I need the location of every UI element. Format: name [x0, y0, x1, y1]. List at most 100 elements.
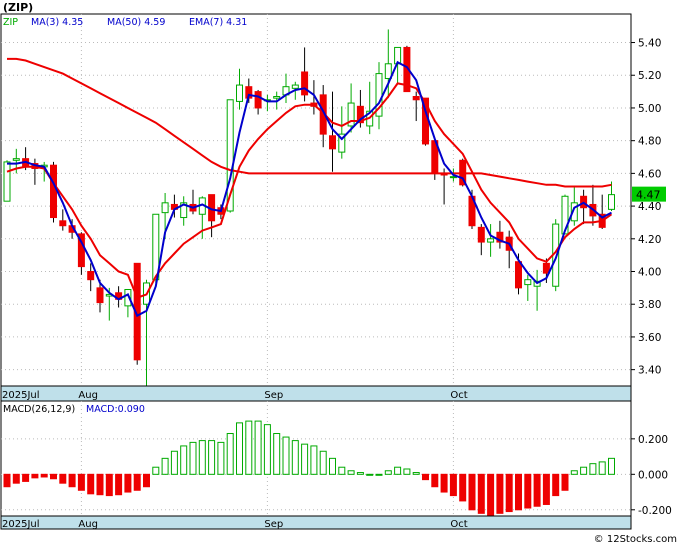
macd-tick-label: 0.200: [638, 434, 668, 446]
legend-item: EMA(7) 4.31: [189, 17, 247, 28]
macd-bar-negative: [50, 473, 57, 480]
price-y-axis: 5.40 5.20 5.00 4.80 4.60 4.40 4.20 4.00 3.80 3.60…: [631, 38, 661, 377]
macd-bar-negative: [87, 473, 95, 495]
macd-bar-positive: [394, 466, 402, 475]
macd-bar-positive: [217, 441, 225, 475]
macd-bar-positive: [356, 472, 364, 475]
macd-bar-negative: [542, 473, 550, 505]
last-price-label: 4.47: [636, 189, 661, 202]
macd-bar-positive: [236, 422, 243, 475]
price-tick-label: 3.80: [638, 299, 661, 311]
price-tick-label: 4.20: [638, 234, 661, 246]
macd-bar-negative: [459, 473, 467, 502]
price-tick-label: 3.40: [638, 365, 661, 377]
price-tick-label: 4.60: [638, 168, 661, 180]
macd-bar-positive: [301, 443, 309, 475]
price-tick-label: 4.80: [638, 136, 661, 148]
legend-item: ZIP: [3, 17, 18, 28]
macd-bar-negative: [31, 473, 39, 479]
month-label: Oct: [450, 390, 467, 401]
macd-bar-positive: [570, 470, 578, 475]
macd-bar-negative: [449, 473, 457, 497]
month-label: Sep: [264, 390, 283, 401]
macd-bar-positive: [598, 461, 606, 475]
candle-up: [291, 84, 299, 89]
price-tick-label: 4.40: [638, 201, 661, 213]
macd-bar-negative: [533, 473, 541, 507]
macd-bar-positive: [366, 473, 374, 476]
candle-down: [477, 226, 485, 243]
macd-bar-negative: [496, 473, 504, 514]
macd-bar-positive: [329, 457, 336, 475]
month-label: Aug: [78, 390, 98, 401]
macd-bar-negative: [115, 473, 123, 496]
candle-down: [254, 91, 262, 109]
legend-item: MA(50) 4.59: [107, 17, 165, 28]
price-tick-label: 4.00: [638, 267, 661, 279]
macd-bar-positive: [208, 440, 216, 475]
legend-item: MA(3) 4.35: [31, 17, 83, 28]
macd-y-axis: 0.200 0.000 -0.200: [631, 434, 672, 517]
macd-bar-positive: [282, 436, 290, 475]
macd-bar-negative: [431, 473, 439, 488]
macd-label: MACD(26,12,9): [3, 404, 75, 415]
macd-bar-positive: [403, 468, 411, 475]
macd-bar-positive: [608, 457, 615, 475]
macd-bar-negative: [552, 473, 560, 497]
macd-bar-negative: [105, 473, 113, 497]
macd-bar-negative: [12, 473, 20, 484]
macd-bar-negative: [3, 473, 11, 488]
candle-down: [515, 261, 522, 289]
macd-bar-negative: [124, 473, 132, 493]
price-tick-label: 5.40: [638, 38, 661, 50]
macd-bar-positive: [226, 433, 234, 475]
macd-bar-negative: [96, 473, 104, 496]
macd-bar-negative: [487, 473, 495, 516]
month-label: Oct: [450, 519, 467, 530]
macd-bar-positive: [189, 441, 197, 475]
price-tick-label: 5.00: [638, 103, 661, 115]
candle-up: [3, 161, 11, 202]
macd-bar-negative: [77, 473, 85, 491]
macd-bar-negative: [22, 473, 30, 482]
macd-bar-positive: [384, 470, 392, 475]
candle-down: [301, 71, 309, 96]
macd-bar-negative: [40, 473, 48, 478]
macd-bar-negative: [143, 473, 150, 488]
price-tick-label: 3.60: [638, 332, 661, 344]
ticker-label: (ZIP): [3, 1, 33, 14]
price-panel: [0, 13, 632, 402]
price-tick-label: 5.20: [638, 70, 661, 82]
macd-bar-positive: [273, 433, 281, 475]
candle-down: [87, 271, 95, 281]
macd-bar-positive: [338, 466, 346, 475]
macd-bar-positive: [580, 466, 588, 475]
macd-tick-label: 0.000: [638, 469, 668, 481]
footer-credit: © 12Stocks.com: [594, 534, 677, 545]
candle-down: [412, 96, 420, 101]
candle-up: [12, 158, 20, 161]
macd-bar-negative: [68, 473, 76, 488]
last-price-tag: 4.47: [632, 186, 666, 202]
macd-bar-positive: [375, 473, 383, 476]
macd-value-label: MACD:0.090: [86, 404, 145, 415]
candle-up: [236, 84, 243, 102]
macd-bar-positive: [152, 466, 160, 475]
macd-bar-negative: [505, 473, 513, 513]
month-label: Aug: [78, 519, 98, 530]
month-label: 2025Jul: [2, 519, 40, 530]
macd-bar-positive: [412, 472, 420, 475]
macd-bar-positive: [180, 445, 188, 475]
macd-bar-positive: [170, 450, 178, 475]
macd-bar-positive: [263, 424, 271, 475]
macd-bar-positive: [245, 420, 253, 475]
macd-tick-label: -0.200: [638, 505, 672, 517]
macd-bar-positive: [310, 445, 318, 475]
macd-bar-positive: [319, 450, 327, 475]
candle-up: [273, 96, 281, 99]
month-label: 2025Jul: [2, 390, 40, 401]
macd-bar-negative: [515, 473, 522, 511]
macd-bar-negative: [422, 473, 429, 481]
candle-up: [524, 279, 532, 286]
candle-up: [161, 202, 169, 214]
